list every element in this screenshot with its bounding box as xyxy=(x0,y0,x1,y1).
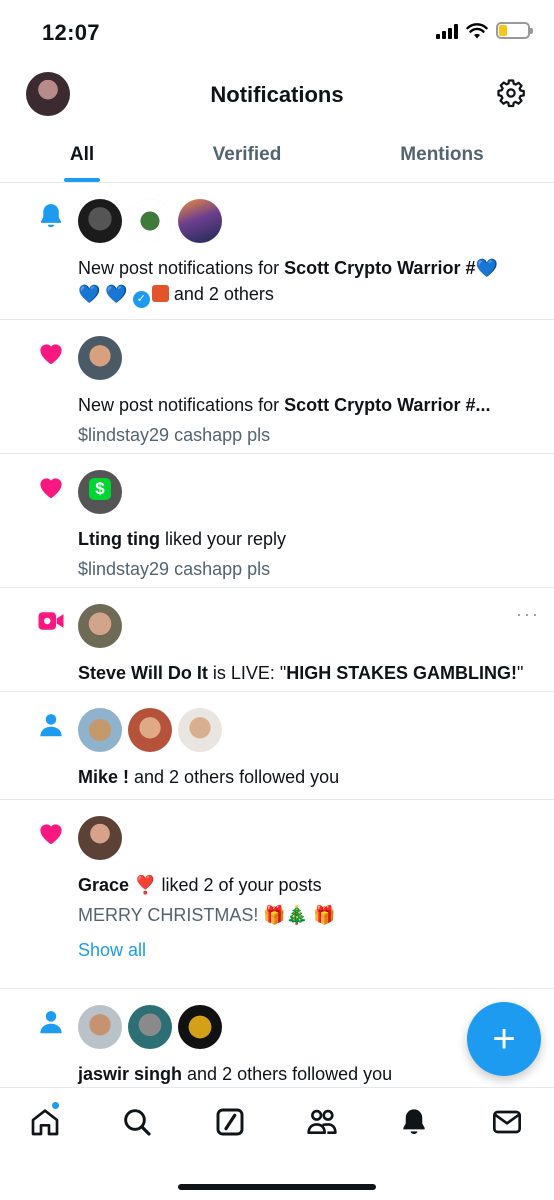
heart-icon xyxy=(40,478,62,499)
post-preview: $lindstay29 cashapp pls xyxy=(78,425,271,445)
status-bar: 12:07 xyxy=(0,0,554,62)
active-tab-indicator xyxy=(64,178,100,182)
tab-verified[interactable]: Verified xyxy=(164,126,330,182)
avatar[interactable] xyxy=(178,199,222,243)
compose-post-button[interactable]: + xyxy=(467,1002,541,1076)
tab-all[interactable]: All xyxy=(0,126,164,182)
bottom-nav xyxy=(0,1087,554,1200)
header: Notifications xyxy=(0,62,554,126)
plus-icon: + xyxy=(492,1016,516,1061)
avatar-group xyxy=(78,336,536,380)
home-indicator-bar xyxy=(178,1184,376,1190)
avatar-group xyxy=(78,604,536,648)
battery-icon xyxy=(496,22,533,39)
avatar-group xyxy=(78,199,536,243)
notifications-feed: New post notifications for Scott Crypto … xyxy=(0,183,554,1099)
grok-icon[interactable] xyxy=(214,1106,246,1138)
notification-text: Steve Will Do It is LIVE: "HIGH STAKES G… xyxy=(78,663,524,683)
tab-mentions[interactable]: Mentions xyxy=(330,126,554,182)
notification-item[interactable]: Grace ❣️ liked 2 of your posts MERRY CHR… xyxy=(0,800,554,989)
affiliate-badge-icon xyxy=(151,285,169,302)
account-name[interactable]: Lting ting xyxy=(78,529,160,549)
cellular-signal-icon xyxy=(436,23,458,39)
avatar-group: $ xyxy=(78,470,536,514)
show-all-link[interactable]: Show all xyxy=(78,940,536,961)
tab-bar: All Verified Mentions xyxy=(0,126,554,183)
avatar-group xyxy=(78,708,536,752)
notification-text: Lting ting liked your reply xyxy=(78,529,287,549)
tab-mentions-label: Mentions xyxy=(400,144,484,165)
avatar[interactable] xyxy=(78,1005,122,1049)
account-name[interactable]: Mike ! xyxy=(78,767,129,787)
post-preview: $lindstay29 cashapp pls xyxy=(78,559,271,579)
wifi-icon xyxy=(466,22,488,38)
dollar-icon: $ xyxy=(89,478,111,500)
avatar[interactable] xyxy=(78,336,122,380)
communities-icon[interactable] xyxy=(306,1106,338,1138)
notification-text: New post notifications for Scott Crypto … xyxy=(78,255,536,308)
bell-icon xyxy=(41,204,61,228)
notification-item[interactable]: ··· Steve Will Do It is LIVE: "HIGH STAK… xyxy=(0,588,554,692)
page-title: Notifications xyxy=(210,82,344,107)
notifications-bell-icon[interactable] xyxy=(398,1106,430,1138)
person-icon xyxy=(40,714,62,737)
avatar[interactable] xyxy=(78,199,122,243)
home-icon[interactable] xyxy=(29,1106,61,1138)
account-name[interactable]: Scott Crypto Warrior # xyxy=(284,258,475,278)
cash-app-avatar[interactable]: $ xyxy=(78,470,122,514)
account-name[interactable]: jaswir singh xyxy=(78,1064,182,1084)
status-icons xyxy=(436,22,533,39)
account-name[interactable]: Grace xyxy=(78,875,129,895)
more-options-icon[interactable]: ··· xyxy=(516,604,540,625)
account-name[interactable]: Scott Crypto Warrior #... xyxy=(284,395,490,415)
notification-text: New post notifications for Scott Crypto … xyxy=(78,395,491,415)
notification-item[interactable]: $ Lting ting liked your reply $lindstay2… xyxy=(0,454,554,588)
home-unread-dot xyxy=(52,1102,59,1109)
post-preview: MERRY CHRISTMAS! 🎁🎄 🎁 xyxy=(78,905,336,925)
notification-text: Grace ❣️ liked 2 of your posts xyxy=(78,875,322,895)
settings-gear-icon[interactable] xyxy=(496,78,526,108)
avatar[interactable] xyxy=(128,708,172,752)
search-icon[interactable] xyxy=(121,1106,153,1138)
heart-icon xyxy=(40,344,62,365)
avatar[interactable] xyxy=(178,1005,222,1049)
tab-verified-label: Verified xyxy=(212,144,282,165)
notification-item[interactable]: New post notifications for Scott Crypto … xyxy=(0,320,554,454)
status-time: 12:07 xyxy=(42,20,100,45)
tab-all-label: All xyxy=(69,144,95,165)
notification-text: Mike ! and 2 others followed you xyxy=(78,767,340,787)
notification-item[interactable]: New post notifications for Scott Crypto … xyxy=(0,183,554,320)
verified-badge-icon: ✓ xyxy=(132,291,150,308)
avatar[interactable] xyxy=(78,604,122,648)
avatar[interactable] xyxy=(78,708,122,752)
avatar-group xyxy=(78,816,536,860)
notification-text: jaswir singh and 2 others followed you xyxy=(78,1064,393,1084)
avatar[interactable] xyxy=(128,1005,172,1049)
heart-icon xyxy=(40,824,62,845)
person-icon xyxy=(40,1011,62,1034)
messages-envelope-icon[interactable] xyxy=(491,1106,523,1138)
notification-item[interactable]: Mike ! and 2 others followed you xyxy=(0,692,554,800)
account-name[interactable]: Steve Will Do It xyxy=(78,663,208,683)
avatar[interactable] xyxy=(78,816,122,860)
avatar[interactable] xyxy=(128,199,172,243)
live-video-icon xyxy=(38,612,64,630)
avatar[interactable] xyxy=(178,708,222,752)
